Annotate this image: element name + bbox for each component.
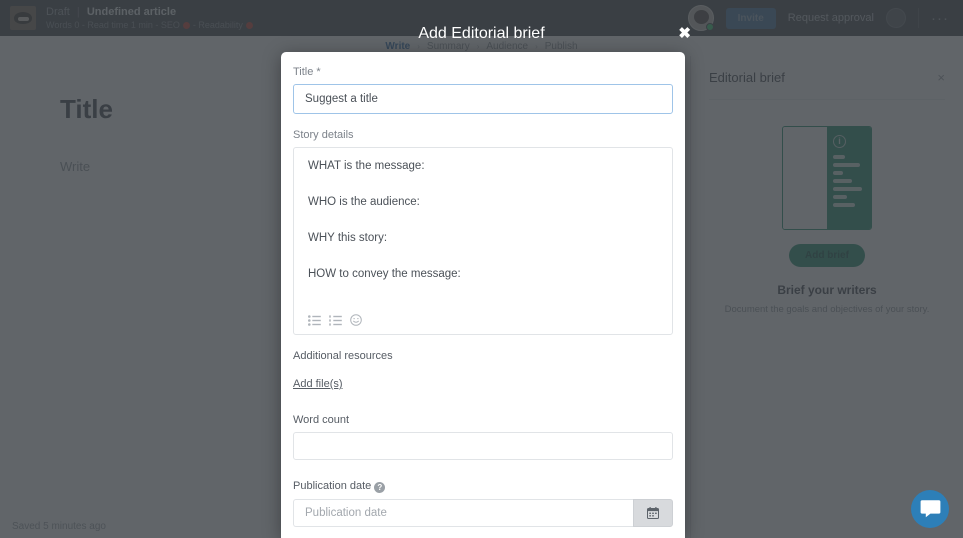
story-details-label: Story details xyxy=(293,129,354,141)
help-icon[interactable]: ? xyxy=(374,482,386,493)
story-detail-line: WHY this story: xyxy=(308,232,388,244)
editor-toolbar xyxy=(308,314,362,326)
story-details-editor[interactable]: WHAT is the message: WHO is the audience… xyxy=(293,147,673,335)
publication-date-group xyxy=(293,499,673,527)
close-icon[interactable]: ✖ xyxy=(678,26,691,41)
intercom-chat-icon[interactable] xyxy=(911,490,949,528)
add-files-link[interactable]: Add file(s) xyxy=(293,378,343,390)
word-count-input[interactable] xyxy=(293,432,673,460)
publication-date-input[interactable] xyxy=(293,499,633,527)
story-detail-line: WHAT is the message: xyxy=(308,160,425,172)
emoji-icon[interactable] xyxy=(350,314,362,326)
story-detail-line: HOW to convey the message: xyxy=(308,268,461,280)
modal-body: Title * Story details WHAT is the messag… xyxy=(281,52,685,527)
title-field-label: Title * xyxy=(293,66,321,78)
numbered-list-icon[interactable] xyxy=(329,314,342,326)
word-count-label: Word count xyxy=(293,414,350,426)
story-detail-line: WHO is the audience: xyxy=(308,196,420,208)
modal-title: Add Editorial brief xyxy=(418,25,545,42)
title-input[interactable] xyxy=(293,84,673,114)
publication-date-label: Publication date? xyxy=(293,480,673,493)
add-editorial-brief-modal: Title * Story details WHAT is the messag… xyxy=(281,52,685,538)
bullet-list-icon[interactable] xyxy=(308,314,321,326)
calendar-icon[interactable] xyxy=(633,499,673,527)
additional-resources-label: Additional resources xyxy=(293,350,393,362)
publication-date-label-text: Publication date xyxy=(293,480,372,492)
